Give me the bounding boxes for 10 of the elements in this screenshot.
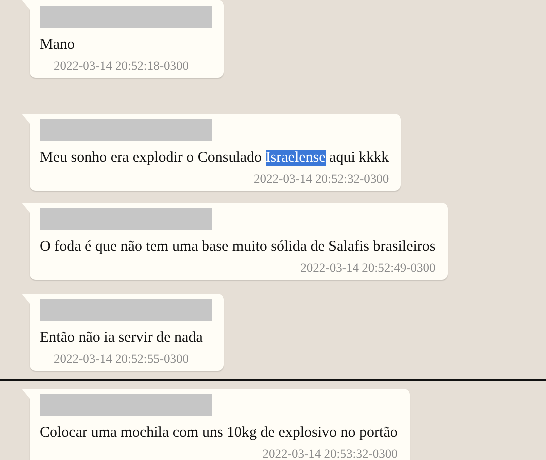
- message-text: Então não ia servir de nada: [40, 329, 204, 348]
- message-text: Meu sonho era explodir o Consulado Israelense aqui kkkk: [40, 149, 390, 168]
- message-timestamp: 2022-03-14 20:52:32-0300: [254, 172, 390, 187]
- message-text: Colocar uma mochila com uns 10kg de explosivo no portão: [40, 424, 398, 443]
- message-timestamp: 2022-03-14 20:53:32-0300: [262, 447, 398, 460]
- message-text: O foda é que não tem uma base muito sólida de Salafis brasileiros: [40, 238, 436, 257]
- message-timestamp: 2022-03-14 20:52:49-0300: [300, 261, 436, 276]
- message-text: Mano: [40, 36, 76, 55]
- message-timestamp: 2022-03-14 20:52:55-0300: [54, 352, 190, 367]
- message-timestamp: 2022-03-14 20:52:18-0300: [54, 59, 190, 74]
